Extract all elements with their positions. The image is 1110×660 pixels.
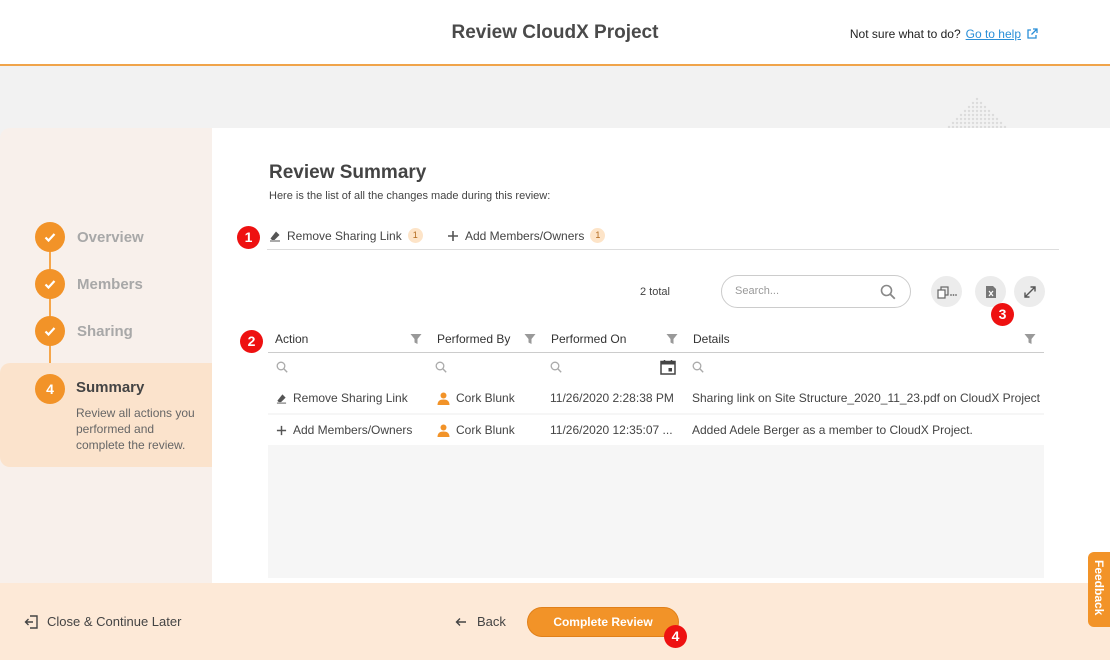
stepper-sidebar: Overview Members Sharing 4 Summary Revie… xyxy=(0,128,212,583)
filter-row xyxy=(268,353,1044,383)
summary-panel: Review Summary Here is the list of all t… xyxy=(212,128,1110,583)
user-icon xyxy=(437,392,450,405)
filter-search-icon[interactable] xyxy=(550,361,562,373)
filter-icon[interactable] xyxy=(410,333,422,345)
tab-label: Remove Sharing Link xyxy=(287,228,402,243)
feedback-tab[interactable]: Feedback xyxy=(1088,552,1110,627)
count-badge: 1 xyxy=(407,228,423,243)
step-members[interactable]: Members xyxy=(35,269,143,299)
step-label: Summary xyxy=(76,379,145,396)
step-complete-badge xyxy=(35,222,65,252)
user-name: Cork Blunk xyxy=(456,423,515,437)
exit-icon xyxy=(24,614,38,629)
user-name: Cork Blunk xyxy=(456,391,515,405)
step-sharing[interactable]: Sharing xyxy=(35,316,133,346)
section-subtitle: Here is the list of all the changes made… xyxy=(269,190,551,202)
step-summary[interactable]: 4 Summary Review all actions you perform… xyxy=(0,363,212,467)
help-prompt: Not sure what to do? xyxy=(849,27,961,41)
grid-body: Remove Sharing Link Cork Blunk 11/26/202… xyxy=(268,383,1044,578)
eraser-icon xyxy=(276,393,287,404)
filter-search-icon[interactable] xyxy=(276,361,288,373)
back-button[interactable]: Back xyxy=(455,614,506,629)
tab-add-members-owners[interactable]: Add Members/Owners 1 xyxy=(447,228,606,243)
table-row[interactable]: Remove Sharing Link Cork Blunk 11/26/202… xyxy=(268,383,1044,413)
annotation-marker-2: 2 xyxy=(240,330,263,353)
section-title: Review Summary xyxy=(269,162,427,183)
check-icon xyxy=(44,233,56,243)
annotation-marker-3: 3 xyxy=(991,303,1014,326)
action-label: Add Members/Owners xyxy=(293,423,413,437)
cell-action: Remove Sharing Link xyxy=(276,391,408,405)
expand-icon xyxy=(1023,285,1036,298)
step-complete-badge xyxy=(35,316,65,346)
cell-performed-by: Cork Blunk xyxy=(437,391,515,405)
eraser-icon xyxy=(270,231,280,241)
step-overview[interactable]: Overview xyxy=(35,222,144,252)
search-icon[interactable] xyxy=(880,284,896,300)
annotation-marker-4: 4 xyxy=(664,625,687,648)
filter-search-icon[interactable] xyxy=(435,361,447,373)
column-header-performed-by[interactable]: Performed By xyxy=(437,332,510,346)
go-to-help-link[interactable]: Go to help xyxy=(966,27,1021,41)
step-label: Sharing xyxy=(77,322,133,340)
feedback-label: Feedback xyxy=(1092,560,1106,616)
column-chooser-button[interactable] xyxy=(931,276,962,307)
check-icon xyxy=(44,280,56,290)
complete-review-button[interactable]: Complete Review xyxy=(527,607,679,637)
cell-performed-on: 11/26/2020 2:28:38 PM xyxy=(550,391,674,405)
calendar-icon[interactable] xyxy=(660,359,676,375)
column-header-action[interactable]: Action xyxy=(275,332,308,346)
close-continue-later-label: Close & Continue Later xyxy=(47,614,182,629)
column-header-performed-on[interactable]: Performed On xyxy=(551,332,626,346)
close-continue-later-button[interactable]: Close & Continue Later xyxy=(24,614,181,629)
total-count: 2 total xyxy=(640,286,670,298)
annotation-marker-1: 1 xyxy=(237,226,260,249)
help-area: Not sure what to do? Go to help xyxy=(850,27,1038,41)
grid-header: Action Performed By Performed On Details xyxy=(268,326,1044,353)
wizard-footer: Close & Continue Later Back Complete Rev… xyxy=(0,583,1110,660)
plus-icon xyxy=(276,425,287,435)
step-label: Overview xyxy=(77,228,144,246)
filter-search-icon[interactable] xyxy=(692,361,704,373)
back-label: Back xyxy=(477,614,506,629)
arrow-left-icon xyxy=(455,617,466,626)
table-row[interactable]: Add Members/Owners Cork Blunk 11/26/2020… xyxy=(268,415,1044,445)
count-badge: 1 xyxy=(590,228,606,243)
step-complete-badge xyxy=(35,269,65,299)
tab-remove-sharing-link[interactable]: Remove Sharing Link 1 xyxy=(269,228,423,243)
actions-grid: Action Performed By Performed On Details… xyxy=(268,326,1044,578)
fullscreen-button[interactable] xyxy=(1014,276,1045,307)
cell-performed-on: 11/26/2020 12:35:07 ... xyxy=(550,423,673,437)
step-description: Review all actions you performed and com… xyxy=(76,406,195,452)
tab-label: Add Members/Owners xyxy=(465,228,585,243)
action-tabs: Remove Sharing Link 1 Add Members/Owners… xyxy=(267,226,1059,250)
cell-details: Added Adele Berger as a member to CloudX… xyxy=(692,423,973,437)
column-header-details[interactable]: Details xyxy=(693,332,730,346)
excel-file-icon xyxy=(985,285,996,298)
step-number-badge: 4 xyxy=(35,374,65,404)
cell-performed-by: Cork Blunk xyxy=(437,423,515,437)
external-link-icon[interactable] xyxy=(1026,28,1038,40)
cell-action: Add Members/Owners xyxy=(276,423,412,437)
filter-icon[interactable] xyxy=(666,333,678,345)
filter-icon[interactable] xyxy=(524,333,536,345)
user-icon xyxy=(437,424,450,437)
search-box[interactable] xyxy=(721,275,911,308)
decorative-dot-pattern xyxy=(947,97,1007,129)
step-label: Members xyxy=(77,275,143,293)
step-number: 4 xyxy=(46,381,54,397)
plus-icon xyxy=(448,230,458,241)
app-header: Review CloudX Project Not sure what to d… xyxy=(0,0,1110,66)
action-label: Remove Sharing Link xyxy=(293,391,408,405)
filter-icon[interactable] xyxy=(1024,333,1036,345)
cell-details: Sharing link on Site Structure_2020_11_2… xyxy=(692,391,1041,405)
check-icon xyxy=(44,327,56,337)
search-input[interactable] xyxy=(735,285,875,297)
column-chooser-icon xyxy=(936,285,957,299)
